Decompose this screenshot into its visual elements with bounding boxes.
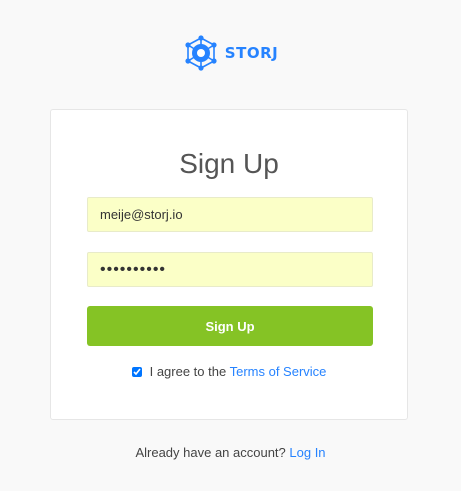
terms-agreement: I agree to the Terms of Service [51,364,407,379]
signup-card: Sign Up Sign Up I agree to the Terms of … [50,109,408,420]
brand-name: STORJ [224,44,279,62]
email-field[interactable] [87,197,373,232]
password-field[interactable] [87,252,373,287]
login-prompt-text: Already have an account? [135,445,290,460]
login-prompt: Already have an account? Log In [0,445,461,460]
login-link[interactable]: Log In [289,445,325,460]
storj-logo-icon [185,35,217,71]
brand-logo[interactable]: STORJ [0,34,461,72]
signup-page: STORJ Sign Up Sign Up I agree to the Ter… [0,0,461,491]
agree-label: I agree to the Terms of Service [150,364,327,379]
terms-of-service-link[interactable]: Terms of Service [230,364,327,379]
page-title: Sign Up [179,148,279,179]
agree-checkbox[interactable] [131,366,142,377]
agree-text: I agree to the [149,364,230,379]
signup-button[interactable]: Sign Up [87,306,373,346]
